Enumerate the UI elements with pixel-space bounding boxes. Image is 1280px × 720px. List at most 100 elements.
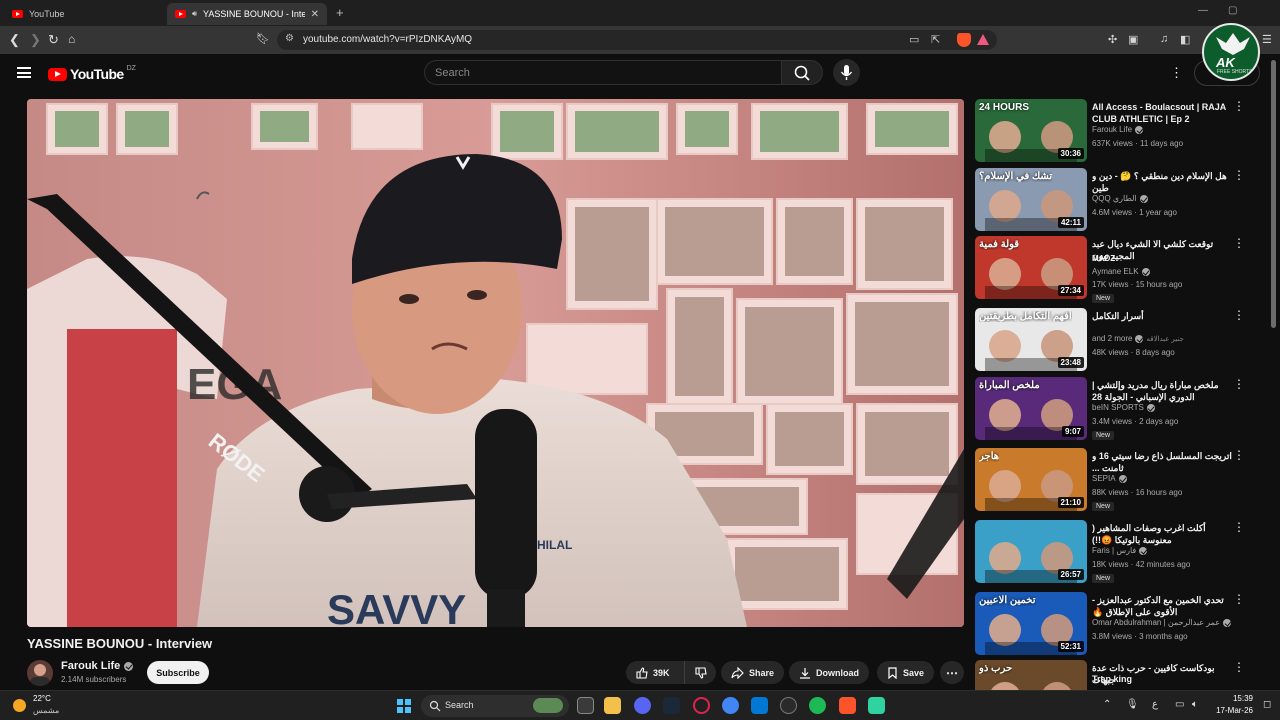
recommendation-channel[interactable]: MADZ <box>1092 254 1115 263</box>
video-thumbnail[interactable]: ملخص المباراة 9:07 <box>975 377 1087 440</box>
like-button[interactable]: 39K <box>626 661 684 684</box>
close-tab-icon[interactable]: ✕ <box>311 9 319 20</box>
recommendation-more-icon[interactable]: ⋮ <box>1233 448 1245 462</box>
recommendation-item[interactable]: هاجر 21:10 اتريجت المسلسل ذاع رضا سيتي 16 … <box>975 448 1260 514</box>
cast-icon[interactable]: ▭ <box>909 33 919 46</box>
audio-app-icon[interactable] <box>868 697 885 714</box>
search-input[interactable] <box>425 61 781 84</box>
channel-avatar[interactable] <box>27 660 53 686</box>
bookmark-icon[interactable]: 🔖︎ <box>256 32 270 45</box>
recommendation-title[interactable]: All Access - Boulacsout | RAJA CLUB ATHL… <box>1092 101 1232 125</box>
photos-icon[interactable] <box>751 697 768 714</box>
chrome-icon[interactable] <box>722 697 739 714</box>
clock-time[interactable]: 15:39 <box>1213 694 1253 703</box>
video-thumbnail[interactable]: قولة فمية 27:34 <box>975 236 1087 299</box>
video-thumbnail[interactable]: هاجر 21:10 <box>975 448 1087 511</box>
recommendation-more-icon[interactable]: ⋮ <box>1233 377 1245 391</box>
recommendation-item[interactable]: قولة فمية 27:34 توقعت كلشي الا الشيء ديال … <box>975 236 1260 303</box>
back-icon[interactable]: ❮ <box>9 32 20 48</box>
forward-icon[interactable]: ❯ <box>30 32 41 48</box>
share-page-icon[interactable]: ⇱ <box>931 33 940 46</box>
network-icon[interactable]: ▭ <box>1175 699 1184 710</box>
task-view-icon[interactable] <box>577 697 594 714</box>
recommendation-item[interactable]: 26:57 أكلت اغرب وصفات المشاهير ( معنوسة ب… <box>975 520 1260 586</box>
subscribe-button[interactable]: Subscribe <box>147 661 209 684</box>
recommendation-item[interactable]: ملخص المباراة 9:07 ملخص مباراة ريال مدريد … <box>975 377 1260 443</box>
brave-icon[interactable] <box>839 697 856 714</box>
browser-menu-icon[interactable]: ☰ <box>1262 33 1272 46</box>
download-button[interactable]: Download <box>789 661 869 684</box>
recommendation-more-icon[interactable]: ⋮ <box>1233 99 1245 113</box>
speaker-icon[interactable]: 🔊︎ <box>192 9 197 19</box>
recommendation-channel[interactable]: Trap king <box>1092 674 1132 684</box>
search-field[interactable] <box>424 60 781 85</box>
settings-kebab-icon[interactable]: ⋮ <box>1170 65 1183 81</box>
recommendation-title[interactable]: أسرار التكامل <box>1092 310 1232 322</box>
recommendation-more-icon[interactable]: ⋮ <box>1233 168 1245 182</box>
spotify-icon[interactable] <box>809 697 826 714</box>
tab-youtube[interactable]: YouTube <box>4 3 164 25</box>
search-button[interactable] <box>781 60 823 85</box>
recommendation-title[interactable]: أكلت اغرب وصفات المشاهير ( معنوسة بالوتي… <box>1092 522 1232 546</box>
clock-date[interactable]: 17-Mar-26 <box>1203 706 1253 715</box>
save-button[interactable]: Save <box>877 661 935 684</box>
new-tab-button[interactable]: + <box>336 5 344 20</box>
notifications-icon[interactable]: ◻ <box>1263 699 1271 710</box>
voice-search-button[interactable] <box>833 59 860 86</box>
file-explorer-icon[interactable] <box>604 697 621 714</box>
tray-mic-icon[interactable]: 🎙︎ <box>1126 699 1139 710</box>
tray-chevron-icon[interactable]: ⌃ <box>1103 699 1111 710</box>
recommendation-title[interactable]: ملخص مباراة ريال مدريد وإلتشي | الدوري ا… <box>1092 379 1232 403</box>
recommendation-more-icon[interactable]: ⋮ <box>1233 592 1245 606</box>
discord-icon[interactable] <box>634 697 651 714</box>
reload-icon[interactable]: ↻ <box>48 32 59 48</box>
media-icon[interactable]: ♫ <box>1160 33 1168 45</box>
share-button[interactable]: Share <box>721 661 785 684</box>
recommendation-channel[interactable]: SEPIA <box>1092 474 1127 483</box>
recommendation-item[interactable]: افهم التكامل بطريقتين 23:48 أسرار التكامل a… <box>975 308 1260 374</box>
video-player[interactable]: EGA SAVVY HILAL RØDE <box>27 99 964 627</box>
home-icon[interactable]: ⌂ <box>68 32 75 46</box>
steam-icon[interactable] <box>663 697 680 714</box>
video-thumbnail[interactable]: تشك في الإسلام؟ 42:11 <box>975 168 1087 231</box>
video-thumbnail[interactable]: افهم التكامل بطريقتين 23:48 <box>975 308 1087 371</box>
start-windows-icon[interactable] <box>397 699 411 713</box>
wallet-icon[interactable]: ▣ <box>1128 33 1138 46</box>
taskbar-search[interactable]: Search <box>421 695 569 717</box>
recommendation-title[interactable]: اتريجت المسلسل ذاع رضا سيتي 16 و ثامنت .… <box>1092 450 1232 474</box>
opera-icon[interactable] <box>693 697 710 714</box>
dislike-button[interactable] <box>684 661 716 684</box>
extensions-icon[interactable]: ✣ <box>1108 33 1117 46</box>
recommendation-channel[interactable]: QQQ الطاري <box>1092 194 1148 203</box>
recommendation-more-icon[interactable]: ⋮ <box>1233 236 1245 250</box>
sidebar-icon[interactable]: ◧ <box>1180 33 1190 46</box>
channel-name[interactable]: Farouk Life <box>61 660 134 672</box>
recommendation-channel[interactable]: Farouk Life <box>1092 125 1144 134</box>
volume-icon[interactable]: 🔈︎ <box>1192 699 1198 710</box>
video-thumbnail[interactable]: تخمين الاعبين 52:31 <box>975 592 1087 655</box>
tab-video-active[interactable]: 🔊︎ YASSINE BOUNOU - Interview ✕ <box>167 3 327 25</box>
recommendation-channel[interactable]: Faris | فارس <box>1092 546 1148 555</box>
brave-shields-icon[interactable] <box>957 33 971 47</box>
input-language[interactable]: ع <box>1152 699 1158 710</box>
more-actions-button[interactable]: ⋯ <box>940 661 964 684</box>
recommendation-item[interactable]: تخمين الاعبين 52:31 تحدي الخمين مع الدكتور… <box>975 592 1260 658</box>
recommendation-item[interactable]: 24 HOURS 30:36 All Access - Boulacsout | R… <box>975 99 1260 165</box>
menu-icon[interactable] <box>17 67 31 78</box>
brave-rewards-icon[interactable] <box>977 34 989 45</box>
recommendation-item[interactable]: تشك في الإسلام؟ 42:11 هل الإسلام دين منطقي… <box>975 168 1260 234</box>
recommendation-more-icon[interactable]: ⋮ <box>1233 308 1245 322</box>
youtube-logo[interactable]: YouTube DZ <box>48 65 136 82</box>
minimize-icon[interactable]: — <box>1198 5 1208 16</box>
recommendation-channel-secondary[interactable]: Aymane ELK <box>1092 267 1150 276</box>
recommendation-title[interactable]: تحدي الخمين مع الدكتور عبدالعزيز - الأقو… <box>1092 594 1232 618</box>
video-thumbnail[interactable]: 26:57 <box>975 520 1087 583</box>
recommendation-channel[interactable]: and 2 more جنير عبدالاقه <box>1092 334 1184 343</box>
site-info-icon[interactable]: ⚙ <box>285 33 294 44</box>
recommendation-title[interactable]: هل الإسلام دين منطقي ؟ 🤔 - دين و طين <box>1092 170 1232 194</box>
weather-sun-icon[interactable] <box>13 699 26 712</box>
video-thumbnail[interactable]: 24 HOURS 30:36 <box>975 99 1087 162</box>
obs-icon[interactable] <box>780 697 797 714</box>
recommendation-more-icon[interactable]: ⋮ <box>1233 520 1245 534</box>
maximize-icon[interactable]: ▢ <box>1228 5 1237 16</box>
